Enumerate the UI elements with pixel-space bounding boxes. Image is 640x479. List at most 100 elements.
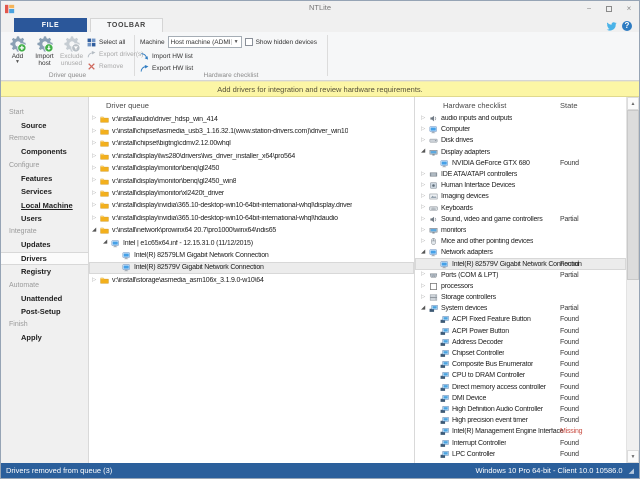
hardware-row[interactable]: ▷Imaging devices: [415, 191, 626, 202]
sidebar-item-users[interactable]: Users: [1, 212, 88, 225]
tab-file[interactable]: FILE: [14, 18, 87, 32]
sidebar-item-post-setup[interactable]: Post-Setup: [1, 305, 88, 318]
expander-collapsed-icon[interactable]: ▷: [421, 295, 429, 301]
expander-expanded-icon[interactable]: ◢: [92, 228, 100, 234]
hardware-row[interactable]: ▷Human Interface Devices: [415, 180, 626, 191]
driver-queue-row[interactable]: ◢Intel | e1c65x64.inf - 12.15.31.0 (11/1…: [89, 237, 414, 249]
sidebar-item-unattended[interactable]: Unattended: [1, 292, 88, 305]
hardware-row[interactable]: ▷processors: [415, 281, 626, 292]
hardware-row[interactable]: NVIDIA GeForce GTX 680Found: [415, 158, 626, 169]
expander-collapsed-icon[interactable]: ▷: [421, 172, 429, 178]
sidebar-item-registry[interactable]: Registry: [1, 265, 88, 278]
expander-collapsed-icon[interactable]: ▷: [421, 239, 429, 245]
sidebar-item-local-machine[interactable]: Local Machine: [1, 199, 88, 212]
hardware-row[interactable]: ▷Storage controllers: [415, 292, 626, 303]
expander-expanded-icon[interactable]: ◢: [103, 240, 111, 246]
driver-queue-row[interactable]: ▷v:\install\display\monitor\benq\gl2450: [89, 163, 414, 175]
driver-queue-row[interactable]: ▷v:\install\display\monitor\xl2420t_driv…: [89, 187, 414, 199]
sidebar-item-apply[interactable]: Apply: [1, 331, 88, 344]
hardware-row[interactable]: ▷Keyboards: [415, 203, 626, 214]
minimize-button[interactable]: −: [583, 3, 595, 14]
hardware-row[interactable]: ▷Ports (COM & LPT)Partial: [415, 270, 626, 281]
hardware-row[interactable]: ACPI Power ButtonFound: [415, 326, 626, 337]
driver-queue-row[interactable]: Intel(R) 82579LM Gigabit Network Connect…: [89, 249, 414, 261]
expander-collapsed-icon[interactable]: ▷: [92, 154, 100, 160]
expander-expanded-icon[interactable]: ◢: [421, 306, 429, 312]
scrollbar[interactable]: ▲ ▼: [626, 97, 639, 463]
hardware-row[interactable]: Chipset ControllerFound: [415, 348, 626, 359]
expander-collapsed-icon[interactable]: ▷: [421, 127, 429, 133]
machine-select[interactable]: Host machine (ADMI ▼: [168, 36, 242, 48]
driver-queue-row[interactable]: ▷v:\install\audio\driver_hdsp_win_414: [89, 113, 414, 125]
hardware-row[interactable]: Address DecoderFound: [415, 337, 626, 348]
driver-queue-row[interactable]: ▷v:\install\display\lws280\drivers\lws_d…: [89, 150, 414, 162]
sidebar-item-source[interactable]: Source: [1, 119, 88, 132]
expander-collapsed-icon[interactable]: ▷: [421, 194, 429, 200]
expander-collapsed-icon[interactable]: ▷: [92, 203, 100, 209]
sidebar-item-updates[interactable]: Updates: [1, 238, 88, 251]
driver-queue-row[interactable]: ▷v:\install\chipset\bigtng\cdmv2.12.00wh…: [89, 138, 414, 150]
hardware-row[interactable]: ◢System devicesPartial: [415, 303, 626, 314]
expander-collapsed-icon[interactable]: ▷: [421, 228, 429, 234]
expander-collapsed-icon[interactable]: ▷: [421, 205, 429, 211]
scroll-down-icon[interactable]: ▼: [627, 450, 639, 463]
driver-queue-row[interactable]: ▷v:\install\chipset\asmedia_usb3_1.16.32…: [89, 125, 414, 137]
sidebar-item-drivers[interactable]: Drivers: [1, 252, 88, 265]
expander-expanded-icon[interactable]: ◢: [421, 250, 429, 256]
expander-collapsed-icon[interactable]: ▷: [421, 183, 429, 189]
driver-queue-row[interactable]: ▷v:\install\display\nvidia\365.10-deskto…: [89, 212, 414, 224]
sidebar-item-features[interactable]: Features: [1, 172, 88, 185]
expander-collapsed-icon[interactable]: ▷: [92, 129, 100, 135]
hardware-row[interactable]: ACPI Fixed Feature ButtonFound: [415, 314, 626, 325]
driver-queue-row[interactable]: ▷v:\install\display\monitor\benq\gl2450_…: [89, 175, 414, 187]
expander-collapsed-icon[interactable]: ▷: [421, 138, 429, 144]
driver-queue-row[interactable]: Intel(R) 82579V Gigabit Network Connecti…: [89, 262, 414, 274]
hardware-row[interactable]: ◢Network adapters: [415, 247, 626, 258]
expander-collapsed-icon[interactable]: ▷: [92, 191, 100, 197]
scrollbar-thumb[interactable]: [627, 110, 639, 280]
expander-collapsed-icon[interactable]: ▷: [421, 284, 429, 290]
expander-collapsed-icon[interactable]: ▷: [92, 141, 100, 147]
hardware-row[interactable]: ◢Display adapters: [415, 147, 626, 158]
close-button[interactable]: ×: [623, 3, 635, 14]
expander-collapsed-icon[interactable]: ▷: [421, 217, 429, 223]
expander-collapsed-icon[interactable]: ▷: [421, 272, 429, 278]
show-hidden-devices-checkbox[interactable]: [245, 38, 253, 46]
expander-expanded-icon[interactable]: ◢: [421, 149, 429, 155]
hardware-row[interactable]: Composite Bus EnumeratorFound: [415, 359, 626, 370]
hardware-row[interactable]: Interrupt ControllerFound: [415, 437, 626, 448]
hardware-row[interactable]: Direct memory access controllerFound: [415, 382, 626, 393]
sidebar-item-components[interactable]: Components: [1, 145, 88, 158]
resize-grip-icon[interactable]: ◢: [629, 467, 634, 475]
scroll-up-icon[interactable]: ▲: [627, 97, 639, 110]
hardware-row[interactable]: DMI DeviceFound: [415, 393, 626, 404]
hardware-row[interactable]: ▷IDE ATA/ATAPI controllers: [415, 169, 626, 180]
hardware-row[interactable]: ▷monitors: [415, 225, 626, 236]
hardware-row[interactable]: ▷Mice and other pointing devices: [415, 236, 626, 247]
help-icon[interactable]: ?: [622, 21, 632, 31]
twitter-icon[interactable]: [606, 20, 617, 31]
driver-queue-row[interactable]: ▷v:\install\storage\asmedia_asm106x_3.1.…: [89, 274, 414, 286]
hardware-row[interactable]: High Definition Audio ControllerFound: [415, 404, 626, 415]
expander-collapsed-icon[interactable]: ▷: [92, 166, 100, 172]
hardware-row[interactable]: ▷Sound, video and game controllersPartia…: [415, 214, 626, 225]
tab-toolbar[interactable]: TOOLBAR: [90, 18, 163, 32]
hardware-row[interactable]: ▷Computer: [415, 124, 626, 135]
hardware-row[interactable]: LPC ControllerFound: [415, 449, 626, 460]
chevron-down-icon[interactable]: ▼: [231, 39, 241, 45]
expander-collapsed-icon[interactable]: ▷: [421, 116, 429, 122]
expander-collapsed-icon[interactable]: ▷: [92, 216, 100, 222]
driver-queue-row[interactable]: ◢v:\install\network\prowinx64 20.7\pro10…: [89, 225, 414, 237]
sidebar-item-services[interactable]: Services: [1, 185, 88, 198]
hardware-row[interactable]: ▷audio inputs and outputs: [415, 113, 626, 124]
expander-collapsed-icon[interactable]: ▷: [92, 178, 100, 184]
hardware-row[interactable]: CPU to DRAM ControllerFound: [415, 370, 626, 381]
import-hw-list-button[interactable]: Import HW list: [140, 50, 327, 62]
maximize-button[interactable]: [603, 3, 615, 14]
expander-collapsed-icon[interactable]: ▷: [92, 116, 100, 122]
hardware-row[interactable]: Intel(R) Management Engine InterfaceMiss…: [415, 426, 626, 437]
hardware-row[interactable]: Intel(R) 82579V Gigabit Network Connecti…: [415, 258, 626, 269]
driver-queue-row[interactable]: ▷v:\install\display\nvidia\365.10-deskto…: [89, 200, 414, 212]
expander-collapsed-icon[interactable]: ▷: [92, 278, 100, 284]
hardware-row[interactable]: High precision event timerFound: [415, 415, 626, 426]
